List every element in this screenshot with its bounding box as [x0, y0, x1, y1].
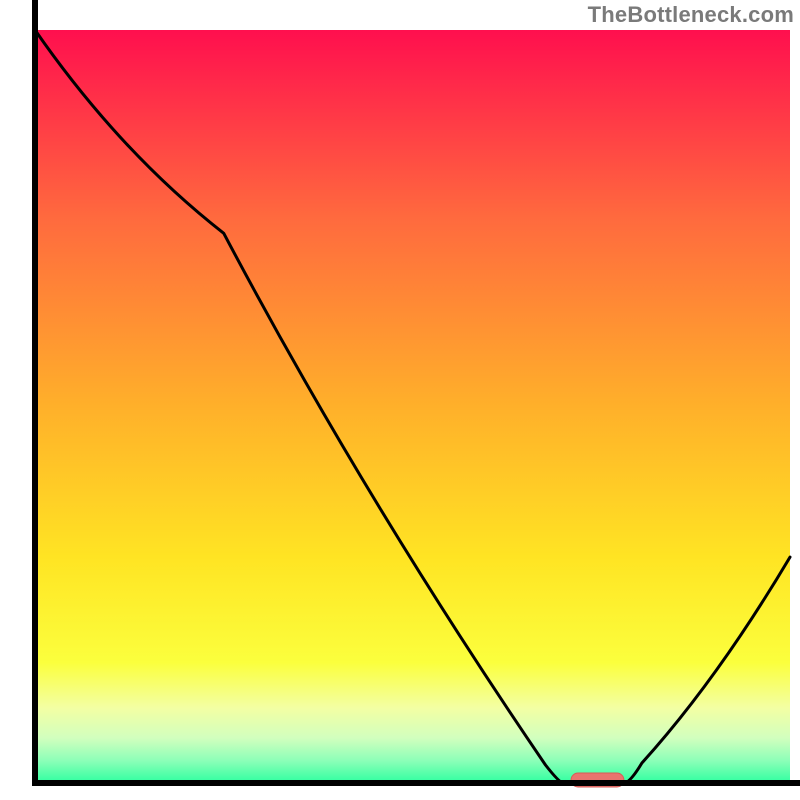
plot-background [35, 30, 790, 783]
chart-container: TheBottleneck.com [0, 0, 800, 800]
chart-svg [0, 0, 800, 800]
